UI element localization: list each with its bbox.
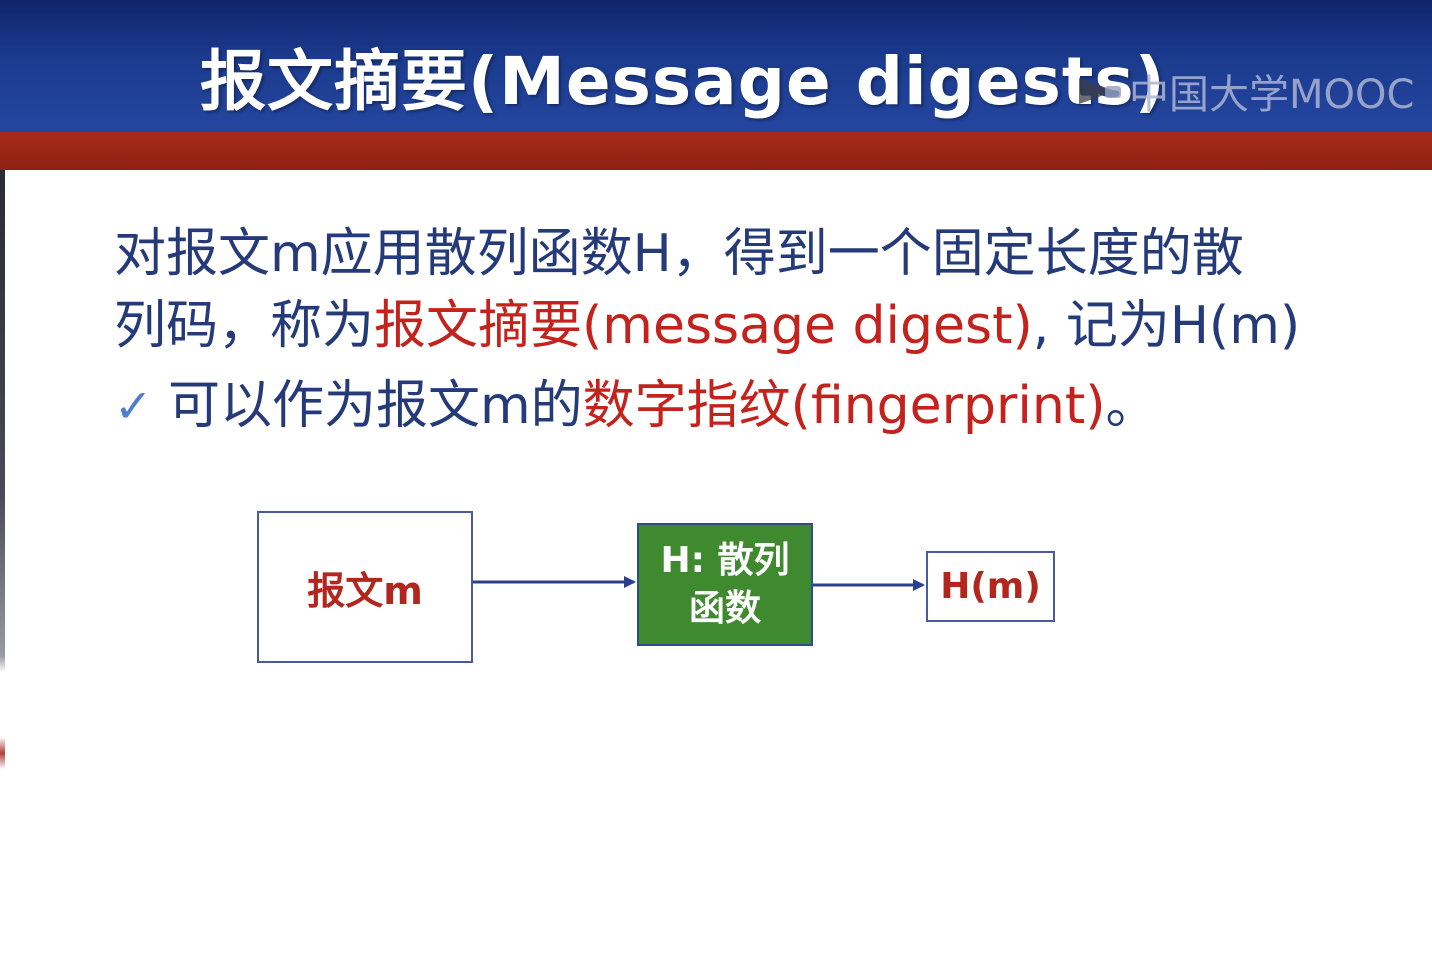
check-icon: ✓ <box>114 379 153 433</box>
watermark: 中国大学MOOC <box>1075 62 1414 120</box>
slide: 报文摘要(Message digests) 中国大学MOOC 对报文m应用散列函… <box>0 0 1432 980</box>
paragraph-line-2-pre: 列码，称为 <box>114 296 375 356</box>
message-box: 报文m <box>257 511 473 663</box>
message-digest-term: 报文摘要(message digest) <box>374 296 1033 356</box>
digest-output-box: H(m) <box>926 551 1055 622</box>
fingerprint-term: 数字指纹(fingerprint) <box>582 376 1106 436</box>
slide-title: 报文摘要(Message digests) <box>200 43 1166 120</box>
bullet-post: 。 <box>1105 376 1158 436</box>
left-edge-strip <box>0 170 5 980</box>
paragraph-line-2-post: , 记为H(m) <box>1032 296 1301 356</box>
body-text: 对报文m应用散列函数H，得到一个固定长度的散 列码，称为报文摘要(message… <box>114 218 1334 442</box>
paragraph-line-2: 列码，称为报文摘要(message digest), 记为H(m) <box>114 290 1334 362</box>
hash-function-box: H: 散列 函数 <box>637 523 813 646</box>
header-accent-band <box>0 132 1432 170</box>
watermark-text: 中国大学MOOC <box>1129 72 1415 118</box>
paragraph-line-1: 对报文m应用散列函数H，得到一个固定长度的散 <box>114 224 1244 284</box>
play-icon <box>1079 78 1121 104</box>
bullet-pre: 可以作为报文m的 <box>168 376 583 436</box>
bullet-fingerprint: ✓ 可以作为报文m的 数字指纹(fingerprint)。 <box>114 370 1334 442</box>
